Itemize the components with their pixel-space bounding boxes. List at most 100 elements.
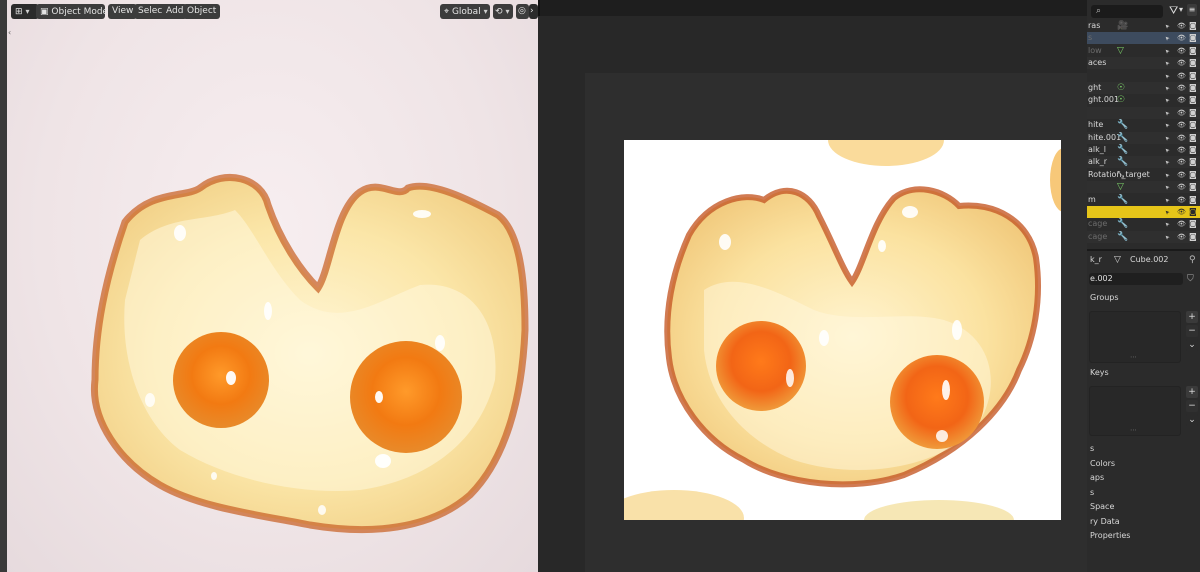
select-toggle-icon[interactable]: ➤ [1163,121,1172,130]
outliner-row[interactable]: hite 🔧 ➤ 👁 ◙ [1087,119,1200,131]
resize-grip-icon[interactable]: ⋯ [1130,353,1137,361]
select-toggle-icon[interactable]: ➤ [1163,232,1172,241]
empty-icon[interactable]: ⤡ [1117,170,1124,180]
eye-icon[interactable]: 👁 [1177,119,1186,131]
outliner-row[interactable]: cage 🔧 ➤ 👁 ◙ [1087,218,1200,230]
mesh-name-field[interactable]: e.002 [1089,273,1183,285]
proportional-edit-button[interactable]: ◎ [516,4,529,19]
property-section-header[interactable]: s [1087,442,1200,456]
select-toggle-icon[interactable]: ➤ [1163,195,1172,204]
shape-key-menu-button[interactable]: ⌄ [1186,414,1198,426]
select-toggle-icon[interactable]: ➤ [1163,133,1172,142]
outliner-row[interactable]: ➤ 👁 ◙ [1087,70,1200,82]
light-icon[interactable]: ☉ [1117,83,1125,93]
header-overflow-button[interactable]: › [529,4,538,19]
render-toggle-icon[interactable]: ◙ [1189,156,1197,168]
eye-icon[interactable]: 👁 [1177,132,1186,144]
property-section-header[interactable]: aps [1087,471,1200,485]
render-toggle-icon[interactable]: ◙ [1189,94,1197,106]
outliner-row[interactable]: low ▽ ➤ 👁 ◙ [1087,45,1200,57]
render-toggle-icon[interactable]: ◙ [1189,218,1197,230]
render-toggle-icon[interactable]: ◙ [1189,231,1197,243]
select-toggle-icon[interactable]: ➤ [1163,145,1172,154]
select-toggle-icon[interactable]: ➤ [1163,34,1172,43]
vertex-groups-panel-header[interactable]: Groups [1087,291,1200,305]
select-toggle-icon[interactable]: ➤ [1163,108,1172,117]
3d-viewport[interactable]: ⊞▾ ▣ Object Mode▾ View Select Add Object… [0,0,538,572]
select-toggle-icon[interactable]: ➤ [1163,183,1172,192]
render-toggle-icon[interactable]: ◙ [1189,45,1197,57]
orientation-dropdown[interactable]: ⌖ Global ▾ [440,4,490,19]
menu-object[interactable]: Object [183,4,221,19]
select-toggle-icon[interactable]: ➤ [1163,220,1172,229]
eye-icon[interactable]: 👁 [1177,218,1186,230]
render-toggle-icon[interactable]: ◙ [1189,119,1197,131]
mesh-icon[interactable]: ▽ [1117,182,1124,192]
outliner-row[interactable]: ➤ 👁 ◙ [1087,106,1200,119]
snap-dropdown[interactable]: ⟲ ▾ [493,4,513,19]
eye-icon[interactable]: 👁 [1177,20,1186,32]
eye-icon[interactable]: 👁 [1177,181,1186,193]
modifier-icon[interactable]: 🔧 [1117,157,1128,167]
select-toggle-icon[interactable]: ➤ [1163,207,1172,216]
render-toggle-icon[interactable]: ◙ [1189,57,1197,69]
outliner-row[interactable]: hite.001 🔧 ➤ 👁 ◙ [1087,131,1200,144]
outliner-row[interactable]: ght ☉ ➤ 👁 ◙ [1087,82,1200,94]
render-toggle-icon[interactable]: ◙ [1189,206,1197,218]
property-section-header[interactable]: Colors [1087,457,1200,471]
select-toggle-icon[interactable]: ➤ [1163,96,1172,105]
eye-icon[interactable]: 👁 [1177,156,1186,168]
property-section-header[interactable]: Space [1087,500,1200,514]
outliner-row[interactable]: aces ➤ 👁 ◙ [1087,57,1200,70]
select-toggle-icon[interactable]: ➤ [1163,71,1172,80]
panel-divider[interactable] [1087,249,1200,251]
light-icon[interactable]: ☉ [1117,95,1125,105]
shape-keys-panel-header[interactable]: Keys [1087,366,1200,380]
toolbar-toggle-icon[interactable]: ‹ [8,28,12,37]
add-vertex-group-button[interactable]: + [1186,311,1198,323]
outliner-row[interactable]: Rotation_target ⤡ ➤ 👁 ◙ [1087,169,1200,181]
eye-icon[interactable]: 👁 [1177,57,1186,69]
camera-icon[interactable]: 🎥 [1117,21,1128,31]
eye-icon[interactable]: 👁 [1177,107,1186,119]
eye-icon[interactable]: 👁 [1177,144,1186,156]
outliner-row[interactable]: alk_l 🔧 ➤ 👁 ◙ [1087,144,1200,156]
fake-user-shield-icon[interactable]: ⛉ [1187,273,1194,285]
select-toggle-icon[interactable]: ➤ [1163,46,1172,55]
shape-keys-list[interactable]: ⋯ [1089,386,1181,436]
outliner-row[interactable]: ras 🎥 ➤ 👁 ◙ [1087,20,1200,32]
eye-icon[interactable]: 👁 [1177,32,1186,44]
render-toggle-icon[interactable]: ◙ [1189,70,1197,82]
mesh-icon[interactable]: ▽ [1117,46,1124,56]
render-toggle-icon[interactable]: ◙ [1189,20,1197,32]
eye-icon[interactable]: 👁 [1177,82,1186,94]
render-toggle-icon[interactable]: ◙ [1189,169,1197,181]
outliner-row[interactable]: ➤ 👁 ◙ [1087,206,1200,218]
modifier-icon[interactable]: 🔧 [1117,219,1128,229]
eye-icon[interactable]: 👁 [1177,194,1186,206]
outliner-row[interactable]: ght.001 ☉ ➤ 👁 ◙ [1087,94,1200,106]
select-toggle-icon[interactable]: ➤ [1163,59,1172,68]
pin-icon[interactable]: ⚲ [1189,254,1196,266]
filter-button[interactable]: ⛛ ▾ ≡ [1169,4,1197,18]
eye-icon[interactable]: 👁 [1177,231,1186,243]
eye-icon[interactable]: 👁 [1177,94,1186,106]
eye-icon[interactable]: 👁 [1177,70,1186,82]
remove-vertex-group-button[interactable]: − [1186,325,1198,337]
outliner-search-input[interactable]: ⌕ [1091,5,1163,18]
modifier-icon[interactable]: 🔧 [1117,120,1128,130]
select-toggle-icon[interactable]: ➤ [1163,21,1172,30]
menu-view[interactable]: View [108,4,138,19]
render-toggle-icon[interactable]: ◙ [1189,181,1197,193]
add-shape-key-button[interactable]: + [1186,386,1198,398]
image-editor[interactable] [538,0,1087,572]
menu-icon[interactable]: ≡ [1187,4,1197,16]
render-toggle-icon[interactable]: ◙ [1189,107,1197,119]
outliner-row[interactable]: cage 🔧 ➤ 👁 ◙ [1087,230,1200,243]
property-section-header[interactable]: s [1087,486,1200,500]
select-toggle-icon[interactable]: ➤ [1163,170,1172,179]
editor-type-button[interactable]: ⊞ ▾ [11,4,39,19]
vertex-groups-list[interactable]: ⋯ [1089,311,1181,363]
property-section-header[interactable]: Properties [1087,529,1200,543]
outliner-row[interactable]: m 🔧 ➤ 👁 ◙ [1087,194,1200,206]
